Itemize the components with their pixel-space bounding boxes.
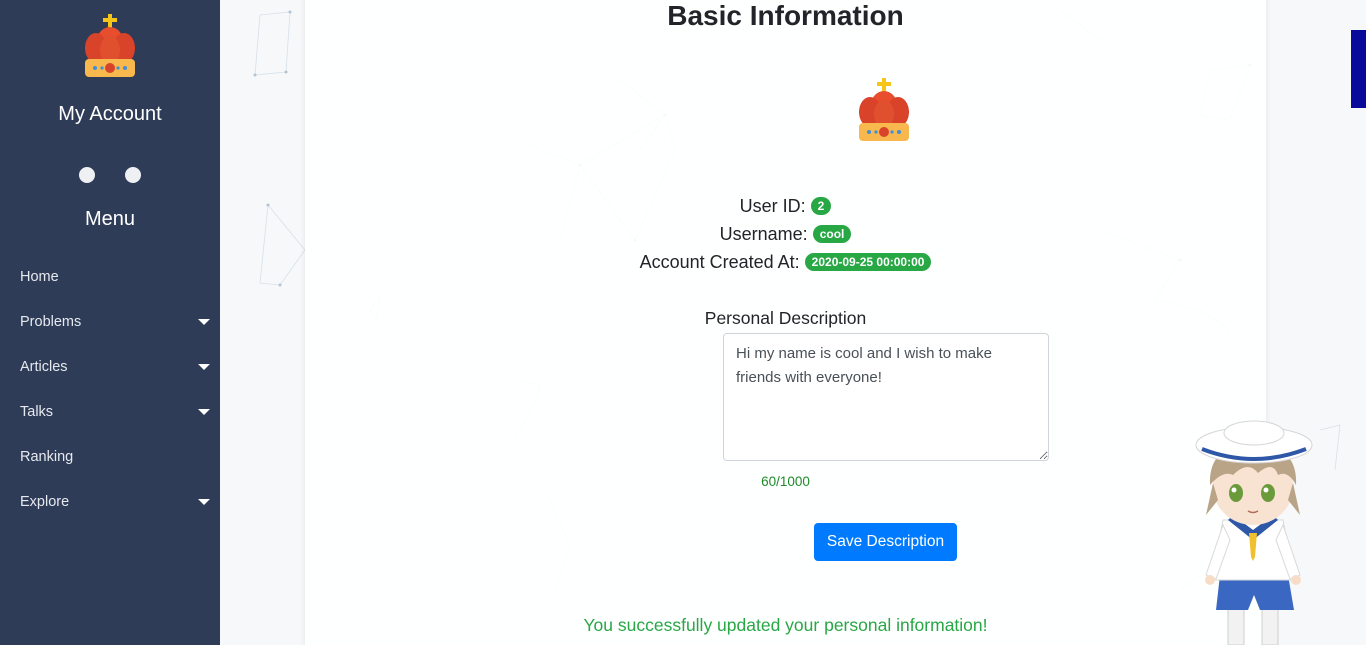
description-textarea[interactable]: Hi my name is cool and I wish to make fr… bbox=[723, 333, 1049, 461]
username-label: Username: bbox=[719, 224, 808, 244]
sidebar-item-label: Problems bbox=[20, 314, 82, 330]
sidebar-item-label: Articles bbox=[20, 359, 68, 375]
description-label: Personal Description bbox=[704, 308, 867, 328]
carousel-dot-1[interactable] bbox=[79, 167, 95, 183]
user-id-label: User ID: bbox=[739, 196, 806, 216]
edge-tab[interactable] bbox=[1351, 30, 1366, 108]
app-root: My Account Menu Home Problems Articles T… bbox=[0, 0, 1366, 645]
caret-down-icon bbox=[198, 409, 210, 415]
caret-down-icon bbox=[198, 319, 210, 325]
sidebar-item-problems[interactable]: Problems bbox=[0, 307, 220, 337]
username-row: Username: cool bbox=[305, 224, 1266, 245]
sidebar-item-talks[interactable]: Talks bbox=[0, 397, 220, 427]
created-at-label: Account Created At: bbox=[639, 252, 800, 272]
sidebar-item-label: Explore bbox=[20, 494, 70, 510]
caret-down-icon bbox=[198, 499, 210, 505]
crown-icon bbox=[85, 14, 135, 77]
sidebar-item-home[interactable]: Home bbox=[0, 262, 220, 292]
user-id-badge: 2 bbox=[810, 197, 832, 216]
created-at-badge: 2020-09-25 00:00:00 bbox=[804, 253, 932, 272]
username-badge: cool bbox=[812, 225, 852, 244]
basic-info-card: Basic Information User ID: 2 Username: c… bbox=[305, 0, 1266, 645]
sidebar-item-ranking[interactable]: Ranking bbox=[0, 442, 220, 472]
menu-heading: Menu bbox=[84, 208, 136, 230]
created-at-row: Account Created At: 2020-09-25 00:00:00 bbox=[305, 252, 1266, 273]
sidebar: My Account Menu Home Problems Articles T… bbox=[0, 0, 220, 645]
caret-down-icon bbox=[198, 364, 210, 370]
page-title: Basic Information bbox=[667, 0, 904, 31]
carousel-dot-2[interactable] bbox=[125, 167, 141, 183]
user-id-row: User ID: 2 bbox=[305, 196, 1266, 217]
sidebar-item-label: Talks bbox=[20, 404, 54, 420]
sidebar-title: My Account bbox=[58, 103, 162, 125]
sidebar-item-articles[interactable]: Articles bbox=[0, 352, 220, 382]
success-message: You successfully updated your personal i… bbox=[583, 615, 988, 635]
mascot-character-image bbox=[1195, 420, 1313, 645]
crown-icon bbox=[859, 78, 909, 141]
save-description-button[interactable]: Save Description bbox=[814, 523, 957, 561]
sidebar-item-label: Home bbox=[20, 269, 59, 285]
sidebar-item-explore[interactable]: Explore bbox=[0, 487, 220, 517]
sidebar-item-label: Ranking bbox=[20, 449, 74, 465]
character-count: 60/1000 bbox=[761, 474, 810, 489]
